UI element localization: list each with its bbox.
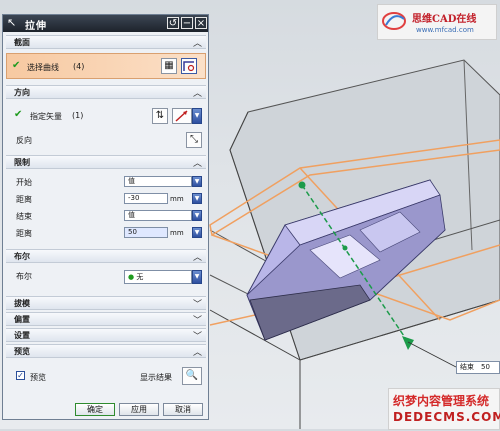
curve-select-icon[interactable] [181,58,197,74]
section-settings-header[interactable]: 设置 ﹀ [6,328,206,342]
start-distance-menu-icon[interactable]: ▼ [192,193,202,204]
chevron-up-icon: ︿ [192,348,202,358]
end-distance-label: 距离 [16,229,32,238]
unit-label: mm [170,229,184,237]
vector-type-graphic [175,110,188,122]
section-limits-header[interactable]: 限制 ︿ [6,155,206,169]
show-result-label: 显示结果 [140,373,172,382]
show-result-icon[interactable]: 🔍 [182,367,202,385]
chevron-up-icon: ︿ [192,89,202,99]
vector-start-handle[interactable] [298,181,306,189]
chevron-up-icon: ︿ [192,159,202,169]
specify-vector-label: 指定矢量 [30,112,62,121]
end-distance-row: 距离 50 mm ▼ [6,226,206,240]
watermark-logo-icon [382,9,408,33]
section-preview-title: 预览 [14,347,30,356]
section-profile-title: 截面 [14,38,30,47]
start-distance-row: 距离 -30 mm ▼ [6,192,206,206]
vector-type-icon[interactable] [172,108,192,124]
section-limits-title: 限制 [14,158,30,167]
specify-vector-row[interactable]: ✔ 指定矢量 (1) ⇅ ▼ [6,105,206,127]
section-offset-header[interactable]: 偏置 ﹀ [6,312,206,326]
specify-vector-count: (1) [72,111,84,120]
select-curve-count: (4) [73,62,85,71]
watermark-logo-graphic [382,12,406,30]
dimension-leader [407,341,457,368]
reset-icon[interactable]: ↺ [167,17,179,29]
close-icon[interactable]: × [195,17,207,29]
dialog-title: 拉伸 [25,21,47,32]
preview-label: 预览 [30,373,46,382]
unit-label: mm [170,195,184,203]
apply-button[interactable]: 应用 [119,403,159,416]
reverse-row: 反向 ⤡ [6,131,206,149]
start-row: 开始 值 ▼ [6,175,206,189]
watermark-bottom: 织梦内容管理系统 DEDECMS.COM [388,388,500,430]
ok-button[interactable]: 确定 [75,403,115,416]
vector-arrowhead[interactable] [402,336,414,350]
section-draft-title: 拔模 [14,299,30,308]
end-distance-tag[interactable]: 结束 50 [456,361,500,374]
section-draft-header[interactable]: 拔模 ﹀ [6,296,206,310]
section-offset-title: 偏置 [14,315,30,324]
section-preview-header[interactable]: 预览 ︿ [6,344,206,358]
boolean-value: 无 [136,273,144,281]
chevron-down-icon: ﹀ [192,332,202,342]
preview-row: ✓ 预览 显示结果 🔍 [6,365,206,387]
end-dropdown-icon[interactable]: ▼ [192,210,202,221]
minimize-icon[interactable]: − [181,17,193,29]
extrude-icon: ↖ [7,16,17,29]
section-direction-title: 方向 [14,88,30,97]
chevron-down-icon: ﹀ [192,316,202,326]
watermark-top-url: www.mfcad.com [416,26,474,34]
reverse-direction-icon[interactable]: ⤡ [186,132,202,148]
watermark-bottom-text: 织梦内容管理系统 [393,394,490,408]
vector-mid-handle[interactable] [342,245,348,251]
extrude-dialog: ↖ 拉伸 ↺ − × 截面 ︿ ✔ 选择曲线 (4) ▦ 方向 ︿ ✔ 指定矢量… [2,14,209,420]
select-curve-row[interactable]: ✔ 选择曲线 (4) ▦ [6,53,206,79]
end-row: 结束 值 ▼ [6,209,206,223]
curve-select-graphic [183,61,195,72]
start-option-select[interactable]: 值 [124,176,192,187]
section-settings-title: 设置 [14,331,30,340]
chevron-up-icon: ︿ [192,39,202,49]
boolean-select[interactable]: ● 无 [124,270,192,284]
check-icon: ✔ [12,60,21,71]
section-boolean-title: 布尔 [14,252,30,261]
boolean-row: 布尔 ● 无 ▼ [6,269,206,285]
start-label: 开始 [16,178,32,187]
start-distance-label: 距离 [16,195,32,204]
cancel-button[interactable]: 取消 [163,403,203,416]
end-option-select[interactable]: 值 [124,210,192,221]
watermark-bottom-url: DEDECMS.COM [393,410,500,424]
boolean-label: 布尔 [16,272,32,281]
chevron-up-icon: ︿ [192,253,202,263]
boolean-dropdown-icon[interactable]: ▼ [192,270,202,284]
end-label: 结束 [16,212,32,221]
select-curve-label: 选择曲线 [27,63,59,72]
end-distance-menu-icon[interactable]: ▼ [192,227,202,238]
section-boolean-header[interactable]: 布尔 ︿ [6,249,206,263]
end-tag-value[interactable]: 50 [481,362,490,373]
start-distance-input[interactable]: -30 [124,193,168,204]
reverse-label: 反向 [16,136,32,145]
check-icon: ✔ [14,109,23,120]
dialog-titlebar[interactable]: ↖ 拉伸 ↺ − × [3,15,208,32]
boolean-none-icon: ● [128,273,135,281]
watermark-top: 思维CAD在线 www.mfcad.com [377,4,497,40]
preview-checkbox[interactable]: ✓ [16,371,25,380]
section-direction-header[interactable]: 方向 ︿ [6,85,206,99]
sketch-section-icon[interactable]: ▦ [161,58,177,74]
vector-type-dropdown-icon[interactable]: ▼ [192,108,202,124]
end-distance-input[interactable]: 50 [124,227,168,238]
end-tag-label: 结束 [460,363,474,371]
chevron-down-icon: ﹀ [192,300,202,310]
start-dropdown-icon[interactable]: ▼ [192,176,202,187]
section-profile-header[interactable]: 截面 ︿ [6,35,206,49]
vector-dialog-icon[interactable]: ⇅ [152,108,168,124]
watermark-top-text: 思维CAD在线 [412,14,477,25]
